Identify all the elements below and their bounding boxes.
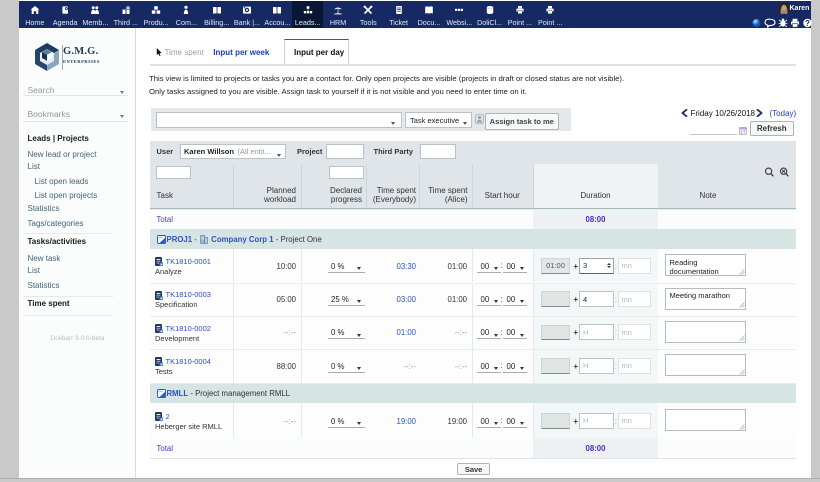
svg-text:?: ? bbox=[805, 18, 810, 27]
svg-text:17: 17 bbox=[740, 130, 746, 135]
